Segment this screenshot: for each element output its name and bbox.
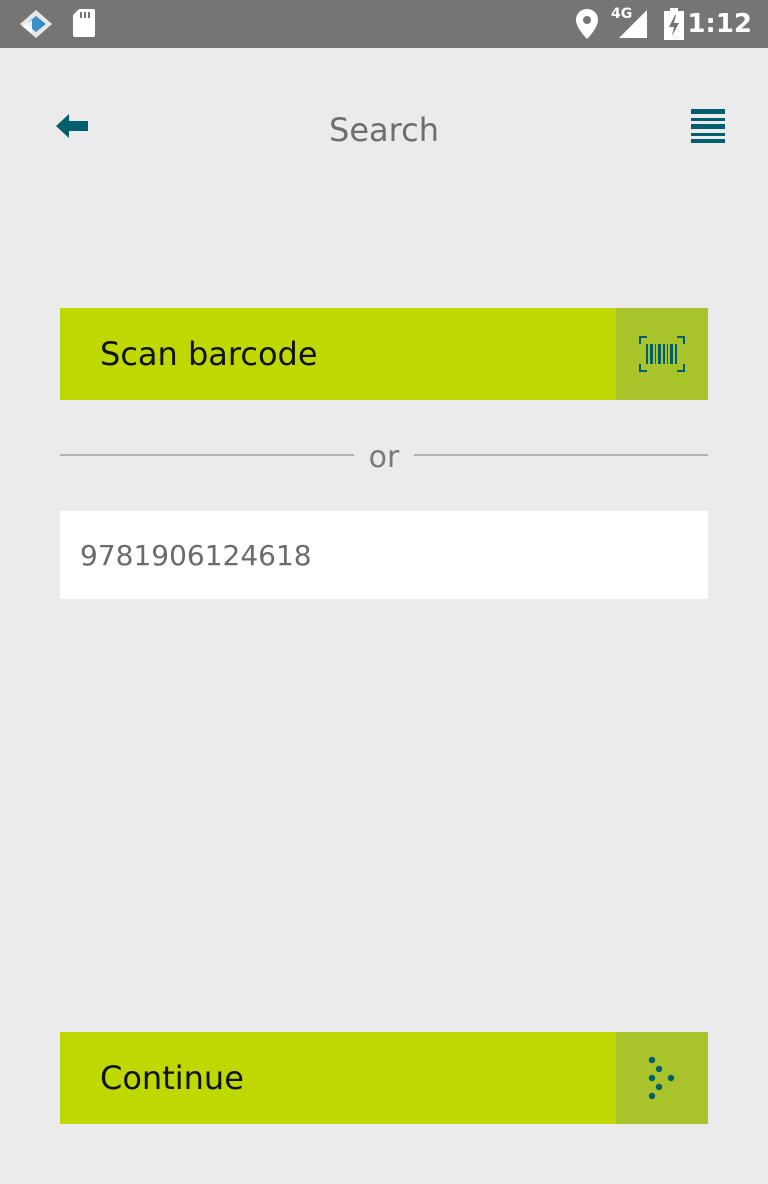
scan-barcode-button[interactable]: Scan barcode [60, 308, 708, 400]
hamburger-menu-icon [690, 108, 726, 148]
divider-or-text: or [368, 440, 400, 475]
menu-button[interactable] [676, 96, 740, 160]
isbn-input[interactable] [60, 511, 708, 599]
continue-label: Continue [100, 1059, 244, 1097]
sd-card-icon [72, 8, 96, 42]
status-time: 1:12 [687, 9, 752, 39]
scan-barcode-label: Scan barcode [100, 335, 318, 373]
back-arrow-icon [55, 113, 89, 143]
page-title: Search [329, 111, 439, 149]
continue-button[interactable]: Continue [60, 1032, 708, 1124]
app-notification-icon [18, 8, 54, 44]
status-bar: 4G 1:12 [0, 0, 768, 48]
divider-line-right [414, 454, 708, 456]
barcode-scan-icon [616, 308, 708, 400]
signal-icon [616, 8, 648, 44]
back-button[interactable] [40, 96, 104, 160]
battery-charging-icon [664, 8, 684, 44]
divider-line-left [60, 454, 354, 456]
location-icon [575, 8, 599, 44]
arrow-dots-icon [616, 1032, 708, 1124]
